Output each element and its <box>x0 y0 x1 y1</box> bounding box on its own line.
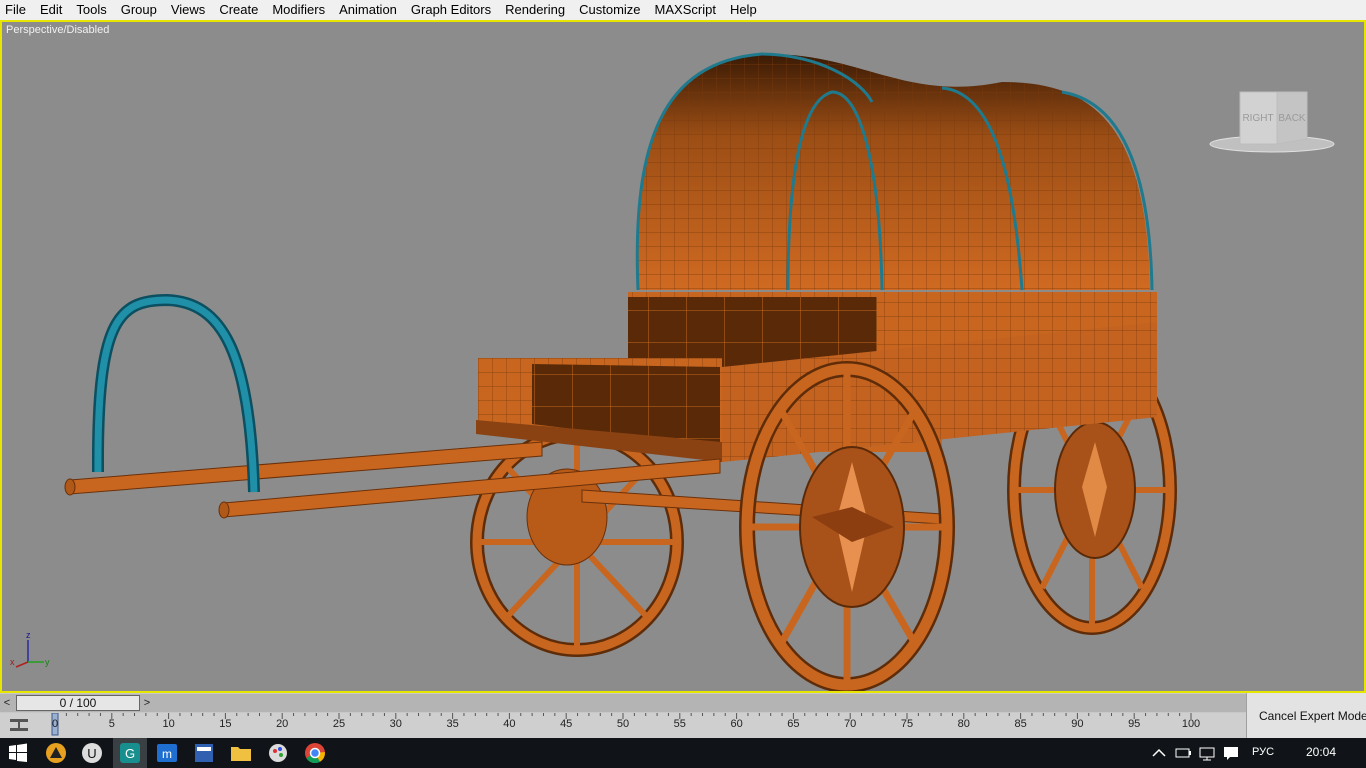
track-bar[interactable]: 0 5 10 15 20 25 30 35 40 45 50 55 60 65 70 75 80 85 90 95 10… <box>0 713 1246 738</box>
menu-rendering[interactable]: Rendering <box>498 0 572 20</box>
time-slider-track[interactable]: < 0 / 100 > <box>0 694 1246 712</box>
yoke-arch <box>91 293 260 493</box>
wheel-front-right <box>739 361 955 691</box>
menu-help[interactable]: Help <box>723 0 764 20</box>
wagon-scene[interactable]: RIGHT BACK z x y <box>2 22 1364 691</box>
taskbar-clock[interactable]: 20:04 <box>1306 745 1336 759</box>
viewcube[interactable]: RIGHT BACK <box>1209 91 1335 153</box>
axis-x-label: x <box>10 657 15 667</box>
notification-icon[interactable] <box>1222 741 1240 765</box>
language-indicator[interactable]: РУС <box>1252 746 1274 758</box>
menu-group[interactable]: Group <box>114 0 164 20</box>
paint-icon[interactable] <box>266 741 290 765</box>
network-icon[interactable] <box>1198 741 1216 765</box>
tick-label: 50 <box>616 718 630 730</box>
tick-label: 85 <box>1014 718 1027 730</box>
tick-label: 70 <box>844 718 857 730</box>
file-explorer-icon[interactable] <box>229 741 253 765</box>
menu-edit[interactable]: Edit <box>33 0 69 20</box>
tick-label: 75 <box>900 718 914 730</box>
viewcube-face-right[interactable]: RIGHT <box>1242 113 1273 124</box>
tick-label: 60 <box>730 718 743 730</box>
cancel-expert-mode-button[interactable]: Cancel Expert Mode <box>1246 693 1366 738</box>
cancel-expert-mode-label: Cancel Expert Mode <box>1259 709 1366 723</box>
menu-bar: File Edit Tools Group Views Create Modifiers An… <box>0 0 1366 20</box>
time-slider-area: < 0 / 100 > 0 5 10 15 20 25 30 35 40 45 50 55 60 65 70… <box>0 693 1366 738</box>
axis-y-label: y <box>45 657 50 667</box>
3ds-max-icon[interactable]: G <box>118 741 142 765</box>
axis-tripod: z x y <box>10 630 50 668</box>
tick-label: 5 <box>108 718 115 730</box>
menu-file[interactable]: File <box>0 0 33 20</box>
menu-maxscript[interactable]: MAXScript <box>648 0 723 20</box>
menu-modifiers[interactable]: Modifiers <box>265 0 332 20</box>
tick-label: 0 <box>51 718 59 730</box>
wagon-canopy <box>635 52 1154 291</box>
tick-label: 15 <box>219 718 232 730</box>
menu-customize[interactable]: Customize <box>572 0 647 20</box>
tick-label: 65 <box>787 718 800 730</box>
tick-label: 20 <box>276 718 289 730</box>
svg-text:U: U <box>87 746 96 761</box>
tray-chevron-up-icon[interactable] <box>1150 741 1168 765</box>
chrome-icon[interactable] <box>303 741 327 765</box>
blue-app-icon[interactable] <box>192 741 216 765</box>
menu-animation[interactable]: Animation <box>332 0 404 20</box>
tick-label: 45 <box>560 718 573 730</box>
svg-text:G: G <box>125 746 135 761</box>
tick-label: 55 <box>673 718 686 730</box>
viewcube-face-back[interactable]: BACK <box>1278 113 1306 124</box>
menu-graph-editors[interactable]: Graph Editors <box>404 0 498 20</box>
tick-label: 80 <box>957 718 970 730</box>
perspective-viewport[interactable]: Perspective/Disabled RIGHT BACK z x y <box>0 20 1366 693</box>
mail-app-icon[interactable]: m <box>155 741 179 765</box>
axis-z-label: z <box>26 630 31 640</box>
tick-label: 95 <box>1128 718 1141 730</box>
svg-text:m: m <box>162 747 172 761</box>
tick-label: 10 <box>162 718 175 730</box>
tick-label: 40 <box>503 718 516 730</box>
taskbar: U G m РУС 20:04 <box>0 738 1366 768</box>
tick-label: 100 <box>1181 718 1201 730</box>
unreal-engine-icon[interactable]: U <box>80 741 104 765</box>
menu-create[interactable]: Create <box>212 0 265 20</box>
tick-label: 25 <box>332 718 346 730</box>
menu-views[interactable]: Views <box>164 0 212 20</box>
menu-tools[interactable]: Tools <box>69 0 113 20</box>
tick-label: 30 <box>389 718 402 730</box>
time-next-arrow[interactable]: > <box>140 695 154 711</box>
tick-label: 90 <box>1071 718 1084 730</box>
windows-start-icon[interactable] <box>6 741 30 765</box>
tick-label: 35 <box>446 718 459 730</box>
time-prev-arrow[interactable]: < <box>0 695 14 711</box>
orange-triangle-app-icon[interactable] <box>44 741 68 765</box>
time-slider-thumb[interactable]: 0 / 100 <box>16 695 140 711</box>
battery-icon[interactable] <box>1174 741 1192 765</box>
